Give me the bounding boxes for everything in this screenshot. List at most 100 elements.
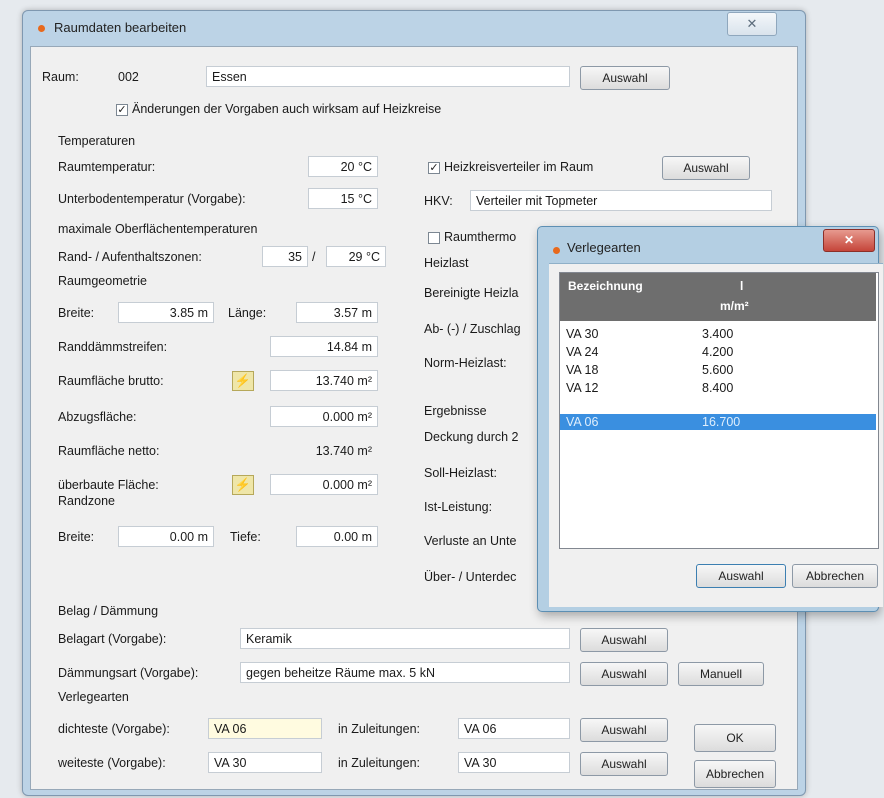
ist-leistung-label: Ist-Leistung: [424, 500, 493, 514]
col-unit: m/m² [720, 299, 749, 313]
weiteste-zuleitungen-label: in Zuleitungen: [338, 756, 421, 770]
daemmungsart-label: Dämmungsart (Vorgabe): [58, 666, 199, 680]
popup-app-icon [553, 247, 560, 254]
bereinigte-heizlast-label: Bereinigte Heizla [424, 286, 519, 300]
netto-value: 13.740 m² [270, 440, 378, 461]
popup-abbrechen-button[interactable]: Abbrechen [792, 564, 878, 588]
col-value: l [740, 279, 744, 293]
list-header: Bezeichnung l m/m² [560, 273, 876, 321]
aenderungen-checkbox[interactable]: ✓ [116, 104, 128, 116]
randzone-breite-label: Breite: [58, 530, 95, 544]
dichteste-field[interactable]: VA 06 [208, 718, 322, 739]
calculate-ueberbaut-icon[interactable]: ⚡ [232, 475, 254, 495]
breite-field[interactable]: 3.85 m [118, 302, 214, 323]
soll-heizlast-label: Soll-Heizlast: [424, 466, 497, 480]
dialog-title: Raumdaten bearbeiten [54, 20, 187, 35]
aenderungen-label: Änderungen der Vorgaben auch wirksam auf… [132, 102, 442, 116]
item-value: 5.600 [702, 363, 734, 377]
rand-temp-field[interactable]: 35 [262, 246, 308, 267]
verlegearten-header: Verlegearten [58, 690, 129, 704]
ergebnisse-header: Ergebnisse [424, 404, 487, 418]
weiteste-field[interactable]: VA 30 [208, 752, 322, 773]
ab-zuschlag-label: Ab- (-) / Zuschlag [424, 322, 521, 336]
item-value: 3.400 [702, 327, 734, 341]
ueberbaut-field[interactable]: 0.000 m² [270, 474, 378, 495]
heizlast-header: Heizlast [424, 256, 469, 270]
list-item[interactable]: VA 30 3.400 [560, 326, 876, 342]
unterboden-label: Unterbodentemperatur (Vorgabe): [58, 192, 246, 206]
popup-close-button[interactable]: ✕ [823, 229, 875, 252]
daemmungsart-field[interactable]: gegen beheitze Räume max. 5 kN [240, 662, 570, 683]
close-button[interactable]: ✕ [727, 12, 777, 36]
verluste-label: Verluste an Unte [424, 534, 517, 548]
item-name: VA 30 [566, 327, 599, 341]
rand-label: Rand- / Aufenthaltszonen: [58, 250, 202, 264]
weiteste-label: weiteste (Vorgabe): [58, 756, 166, 770]
abbrechen-button[interactable]: Abbrechen [694, 760, 776, 788]
breite-label: Breite: [58, 306, 95, 320]
abzug-field[interactable]: 0.000 m² [270, 406, 378, 427]
verteiler-checkbox[interactable]: ✓ [428, 162, 440, 174]
verteiler-label: Heizkreisverteiler im Raum [444, 160, 594, 174]
item-value: 16.700 [702, 415, 741, 429]
brutto-field[interactable]: 13.740 m² [270, 370, 378, 391]
weiteste-zuleitungen-field[interactable]: VA 30 [458, 752, 570, 773]
popup-auswahl-button[interactable]: Auswahl [696, 564, 786, 588]
raum-label: Raum: [42, 70, 79, 84]
item-name: VA 12 [566, 381, 599, 395]
col-bezeichnung: Bezeichnung [568, 279, 643, 293]
item-name: VA 24 [566, 345, 599, 359]
app-icon [38, 25, 45, 32]
weiteste-auswahl-button[interactable]: Auswahl [580, 752, 668, 776]
belagart-auswahl-button[interactable]: Auswahl [580, 628, 668, 652]
raum-number: 002 [118, 70, 139, 84]
raumtemperatur-field[interactable]: 20 °C [308, 156, 378, 177]
randzone-breite-field[interactable]: 0.00 m [118, 526, 214, 547]
randzone-tiefe-label: Tiefe: [230, 530, 261, 544]
dichteste-label: dichteste (Vorgabe): [58, 722, 170, 736]
dichteste-auswahl-button[interactable]: Auswahl [580, 718, 668, 742]
raum-name-field[interactable]: Essen [206, 66, 570, 87]
daemmungsart-auswahl-button[interactable]: Auswahl [580, 662, 668, 686]
brutto-label: Raumfläche brutto: [58, 374, 164, 388]
slash-separator: / [312, 250, 316, 264]
max-oberflaeche-label: maximale Oberflächentemperaturen [58, 222, 258, 236]
raumgeometrie-header: Raumgeometrie [58, 274, 147, 288]
list-item[interactable]: VA 12 8.400 [560, 380, 876, 396]
randdaemm-field: 14.84 m [270, 336, 378, 357]
raumthermostat-label: Raumthermo [444, 230, 517, 244]
norm-heizlast-label: Norm-Heizlast: [424, 356, 507, 370]
randzone-tiefe-field[interactable]: 0.00 m [296, 526, 378, 547]
aufenthalt-temp-field[interactable]: 29 °C [326, 246, 386, 267]
item-value: 8.400 [702, 381, 734, 395]
belag-header: Belag / Dämmung [58, 604, 159, 618]
laenge-field[interactable]: 3.57 m [296, 302, 378, 323]
calculate-icon[interactable]: ⚡ [232, 371, 254, 391]
netto-label: Raumfläche netto: [58, 444, 160, 458]
verteiler-auswahl-button[interactable]: Auswahl [662, 156, 750, 180]
belagart-label: Belagart (Vorgabe): [58, 632, 167, 646]
list-item[interactable]: VA 24 4.200 [560, 344, 876, 360]
hkv-label: HKV: [424, 194, 453, 208]
list-item-selected[interactable]: VA 06 16.700 [560, 414, 876, 430]
temperaturen-header: Temperaturen [58, 134, 136, 148]
randzone-header: Randzone [58, 494, 115, 508]
raumthermostat-checkbox[interactable] [428, 232, 440, 244]
raumtemperatur-label: Raumtemperatur: [58, 160, 156, 174]
item-value: 4.200 [702, 345, 734, 359]
abzug-label: Abzugsfläche: [58, 410, 137, 424]
manuell-button[interactable]: Manuell [678, 662, 764, 686]
ueber-unterdeckung-label: Über- / Unterdec [424, 570, 517, 584]
unterboden-field[interactable]: 15 °C [308, 188, 378, 209]
raum-auswahl-button[interactable]: Auswahl [580, 66, 670, 90]
list-item[interactable]: VA 18 5.600 [560, 362, 876, 378]
belagart-field[interactable]: Keramik [240, 628, 570, 649]
dichteste-zuleitungen-field[interactable]: VA 06 [458, 718, 570, 739]
dichteste-zuleitungen-label: in Zuleitungen: [338, 722, 421, 736]
deckung-label: Deckung durch 2 [424, 430, 519, 444]
laenge-label: Länge: [228, 306, 267, 320]
item-name: VA 18 [566, 363, 599, 377]
hkv-field[interactable]: Verteiler mit Topmeter [470, 190, 772, 211]
ueberbaut-label: überbaute Fläche: [58, 478, 159, 492]
ok-button[interactable]: OK [694, 724, 776, 752]
